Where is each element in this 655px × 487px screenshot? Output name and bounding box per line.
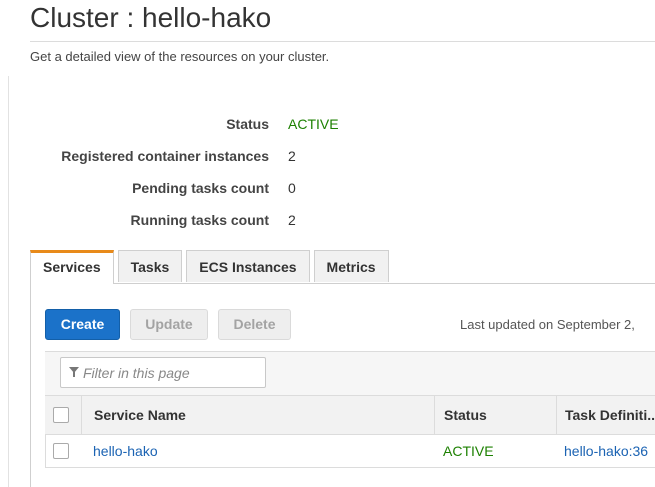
page-subtitle: Get a detailed view of the resources on … (30, 49, 330, 64)
column-header-status[interactable]: Status (444, 407, 487, 423)
column-header-task-definition[interactable]: Task Definiti... (565, 407, 655, 423)
detail-registered-instances: Registered container instances 2 (0, 144, 655, 176)
detail-value: 2 (288, 212, 296, 228)
tab-ecs-instances[interactable]: ECS Instances (186, 250, 310, 282)
table-header: Service Name Status Task Definiti... (45, 395, 655, 435)
detail-label: Pending tasks count (132, 180, 269, 196)
task-definition-link[interactable]: hello-hako:36 (564, 443, 648, 459)
tab-metrics[interactable]: Metrics (313, 250, 389, 282)
update-button[interactable]: Update (130, 309, 208, 340)
filter-input[interactable]: Filter in this page (60, 357, 266, 388)
column-divider (556, 396, 557, 435)
detail-running-tasks: Running tasks count 2 (0, 208, 655, 240)
column-header-service-name[interactable]: Service Name (94, 407, 186, 423)
cluster-details: Status ACTIVE Registered container insta… (0, 112, 655, 240)
tab-services[interactable]: Services (30, 250, 114, 284)
tab-divider (30, 283, 655, 284)
detail-label: Registered container instances (61, 148, 269, 164)
column-divider (434, 396, 435, 435)
service-name-link[interactable]: hello-hako (93, 443, 158, 459)
filter-icon (69, 367, 79, 377)
column-divider (81, 396, 82, 435)
service-status: ACTIVE (443, 443, 494, 459)
title-divider (30, 41, 655, 42)
delete-button[interactable]: Delete (218, 309, 291, 340)
tab-bar: Services Tasks ECS Instances Metrics (30, 250, 393, 284)
detail-value-status: ACTIVE (288, 116, 339, 132)
detail-label: Running tasks count (130, 212, 269, 228)
page-title: Cluster : hello-hako (30, 2, 272, 33)
select-all-checkbox[interactable] (53, 407, 69, 423)
detail-status: Status ACTIVE (0, 112, 655, 144)
detail-value: 2 (288, 148, 296, 164)
detail-pending-tasks: Pending tasks count 0 (0, 176, 655, 208)
detail-label: Status (226, 116, 269, 132)
filter-placeholder: Filter in this page (83, 365, 190, 381)
tab-tasks[interactable]: Tasks (117, 250, 183, 282)
create-button[interactable]: Create (45, 309, 120, 340)
table-row: hello-hako ACTIVE hello-hako:36 (45, 435, 655, 467)
last-updated-text: Last updated on September 2, (460, 317, 635, 332)
detail-value: 0 (288, 180, 296, 196)
panel-border (30, 283, 31, 487)
row-checkbox[interactable] (53, 443, 69, 459)
